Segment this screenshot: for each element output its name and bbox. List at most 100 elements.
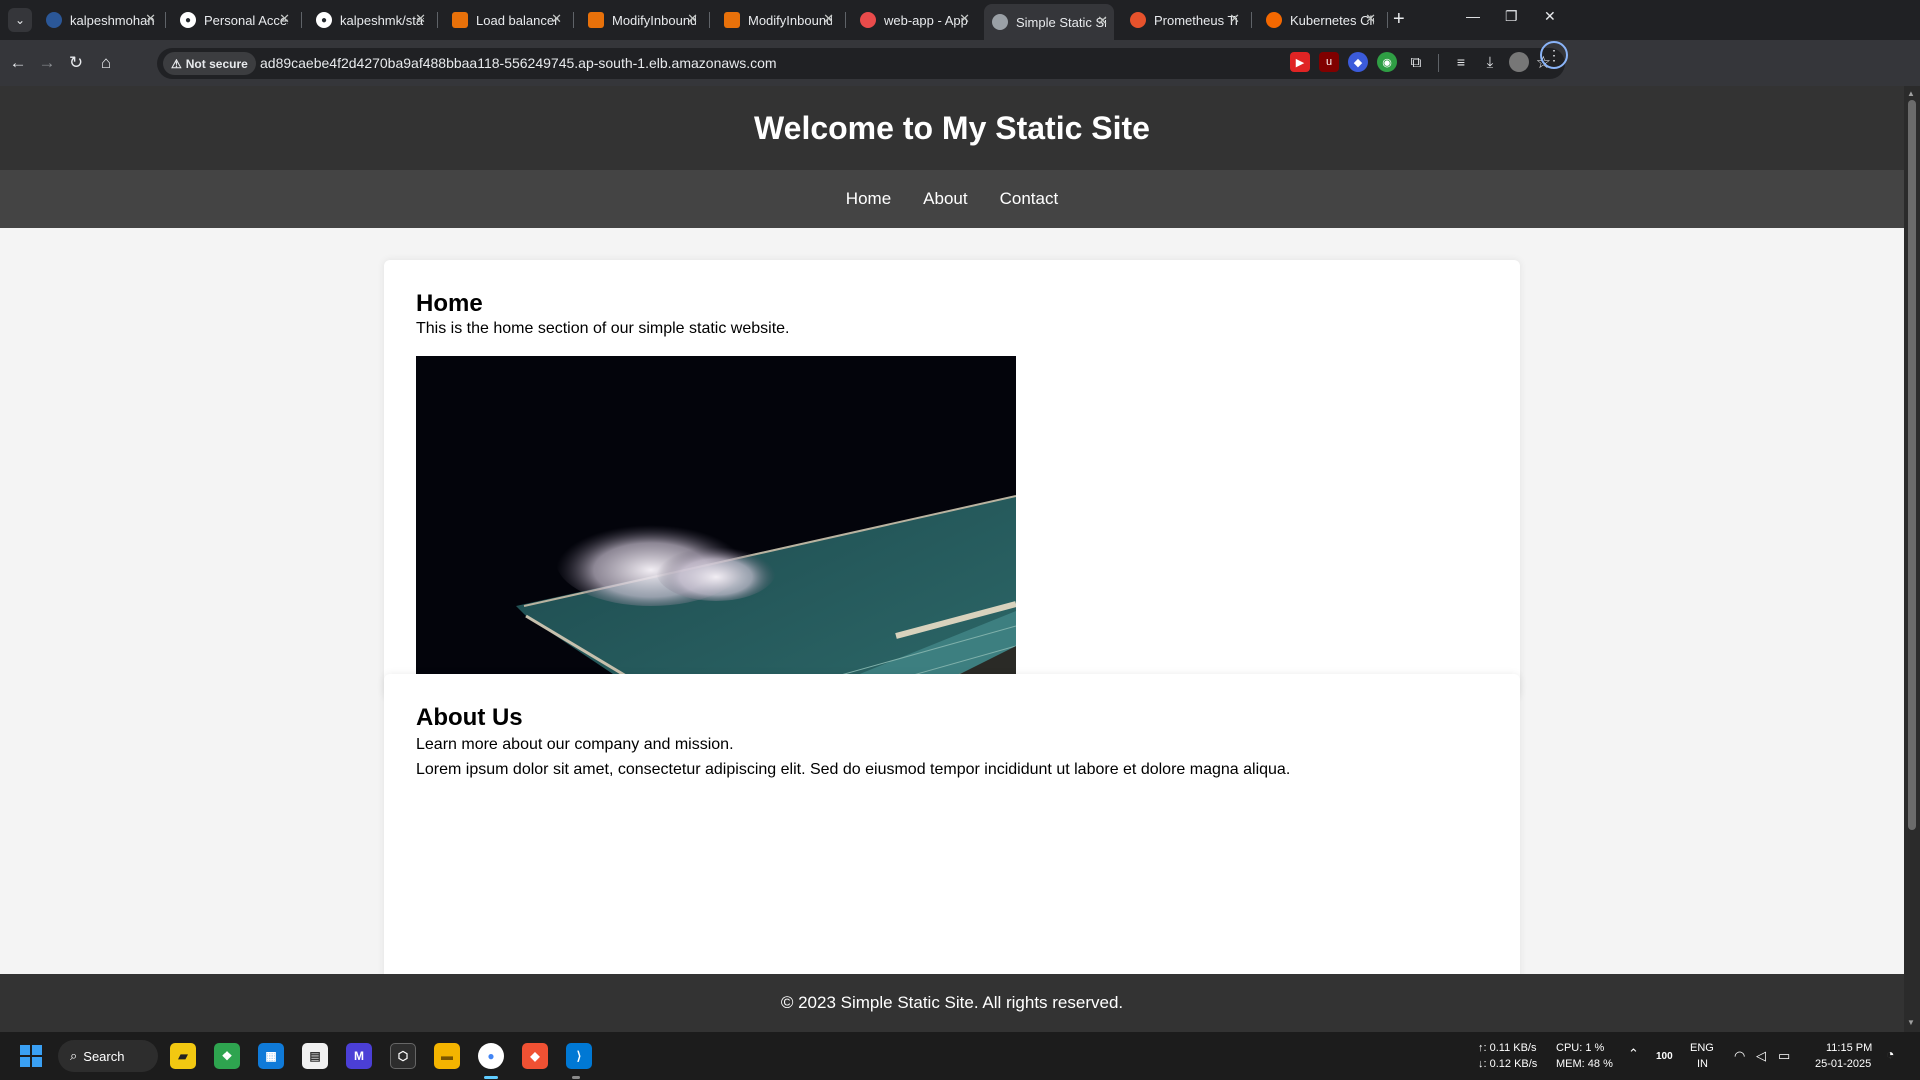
tab-load-balancer[interactable]: Load balancer det ✕ xyxy=(444,6,568,34)
tab-title: ModifyInboundSe xyxy=(612,12,696,28)
close-tab-icon[interactable]: ✕ xyxy=(415,11,426,27)
battery-icon[interactable]: ▭ xyxy=(1778,1048,1790,1063)
nav-link-contact[interactable]: Contact xyxy=(1000,189,1059,209)
tab-modify-inbound-2[interactable]: ModifyInboundSe ✕ xyxy=(716,6,840,34)
tab-title: ModifyInboundSe xyxy=(748,12,832,28)
extension-icon[interactable]: ◆ xyxy=(1348,52,1368,72)
language-indicator[interactable]: ENG xyxy=(1690,1041,1714,1056)
menu-kebab-icon[interactable]: ⋮ xyxy=(1540,41,1568,69)
nav-link-home[interactable]: Home xyxy=(846,189,891,209)
home-section: Home This is the home section of our sim… xyxy=(384,260,1520,756)
close-tab-icon[interactable]: ✕ xyxy=(1229,11,1240,27)
tab-prometheus[interactable]: Prometheus Time ✕ xyxy=(1122,6,1246,34)
tab-title: web-app - Applic xyxy=(884,12,968,28)
search-icon: ⌕ xyxy=(70,1048,78,1063)
widgets-icon[interactable]: ❖ xyxy=(214,1043,240,1069)
file-explorer-icon[interactable]: ▬ xyxy=(434,1043,460,1069)
unity-icon[interactable]: ⬡ xyxy=(390,1043,416,1069)
store-icon[interactable]: ▦ xyxy=(258,1043,284,1069)
cpu-usage: CPU: 1 % xyxy=(1556,1042,1605,1054)
reload-icon[interactable]: ↻ xyxy=(65,52,87,74)
github-icon: ● xyxy=(316,12,332,28)
tab-simple-static-site[interactable]: Simple Static Site ✕ xyxy=(984,4,1114,40)
aws-icon xyxy=(452,12,468,28)
about-lorem-text: Lorem ipsum dolor sit amet, consectetur … xyxy=(416,761,1291,778)
tab-search-button[interactable]: ⌄ xyxy=(8,8,32,32)
back-icon[interactable]: ← xyxy=(7,52,29,74)
aws-icon xyxy=(588,12,604,28)
tab-kalpeshmohanta[interactable]: kalpeshmohanta/ ✕ xyxy=(38,6,162,34)
github-icon: ● xyxy=(180,12,196,28)
nav-link-about[interactable]: About xyxy=(923,189,967,209)
url-text[interactable]: ad89caebe4f2d4270ba9af488bbaa118-5562497… xyxy=(260,55,777,71)
close-tab-icon[interactable]: ✕ xyxy=(959,11,970,27)
tab-separator xyxy=(845,12,846,28)
scrollbar-thumb[interactable] xyxy=(1908,100,1916,830)
clock-date[interactable]: 25-01-2025 xyxy=(1815,1057,1871,1072)
chevron-up-icon[interactable]: ⌃ xyxy=(1628,1046,1639,1061)
taskbar-search[interactable]: ⌕ Search xyxy=(58,1040,158,1072)
tab-kalpeshmk-static[interactable]: ● kalpeshmk/static ✕ xyxy=(308,6,432,34)
home-icon[interactable]: ⌂ xyxy=(95,52,117,74)
region-indicator[interactable]: IN xyxy=(1697,1057,1708,1072)
calendar-app-icon[interactable]: ▤ xyxy=(302,1043,328,1069)
tab-separator xyxy=(1387,12,1388,28)
reading-list-icon[interactable]: ≡ xyxy=(1451,52,1471,72)
about-text: Learn more about our company and mission… xyxy=(416,736,734,753)
ublock-extension-icon[interactable]: u xyxy=(1319,52,1339,72)
tab-separator xyxy=(573,12,574,28)
tab-separator xyxy=(165,12,166,28)
close-tab-icon[interactable]: ✕ xyxy=(1365,11,1376,27)
tab-web-app[interactable]: web-app - Applic ✕ xyxy=(852,6,976,34)
volume-icon[interactable]: ◁ xyxy=(1756,1048,1766,1063)
new-tab-button[interactable]: + xyxy=(1393,8,1405,31)
close-tab-icon[interactable]: ✕ xyxy=(551,11,562,27)
home-heading: Home xyxy=(416,290,483,317)
minimize-icon[interactable]: — xyxy=(1466,8,1480,24)
restore-icon[interactable]: ❐ xyxy=(1505,8,1518,25)
tab-separator xyxy=(301,12,302,28)
youtube-extension-icon[interactable]: ▶ xyxy=(1290,52,1310,72)
close-tab-icon[interactable]: ✕ xyxy=(279,11,290,27)
wifi-icon[interactable]: ◠ xyxy=(1734,1048,1745,1063)
puzzle-extensions-icon[interactable]: ⧉ xyxy=(1406,52,1426,72)
site-nav: Home About Contact xyxy=(0,170,1904,228)
app-icon xyxy=(860,12,876,28)
close-tab-icon[interactable]: ✕ xyxy=(687,11,698,27)
close-tab-icon[interactable]: ✕ xyxy=(823,11,834,27)
net-download-speed: ↓: 0.12 KB/s xyxy=(1478,1058,1538,1070)
site-info-button[interactable]: ⚠ Not secure xyxy=(163,52,256,75)
extension-icon[interactable]: ◉ xyxy=(1377,52,1397,72)
windows-start-icon[interactable] xyxy=(20,1045,42,1067)
tab-kubernetes-cluster[interactable]: Kubernetes Cluste ✕ xyxy=(1258,6,1382,34)
git-icon[interactable]: ◆ xyxy=(522,1043,548,1069)
tab-personal-access-tokens[interactable]: ● Personal Access T ✕ xyxy=(172,6,296,34)
tab-separator xyxy=(1251,12,1252,28)
vscode-icon[interactable]: ⟩ xyxy=(566,1043,592,1069)
close-tab-icon[interactable]: ✕ xyxy=(1097,13,1108,29)
tab-favicon-icon xyxy=(46,12,62,28)
page-scrollbar[interactable]: ▲ ▼ xyxy=(1904,86,1920,1032)
clock-time[interactable]: 11:15 PM xyxy=(1826,1041,1872,1056)
globe-icon xyxy=(992,14,1008,30)
tab-modify-inbound-1[interactable]: ModifyInboundSe ✕ xyxy=(580,6,704,34)
notification-bell-icon[interactable]: ◔ xyxy=(1886,1047,1894,1062)
forward-icon[interactable]: → xyxy=(36,52,58,74)
tab-title: Prometheus Time xyxy=(1154,12,1238,28)
aws-icon xyxy=(724,12,740,28)
chrome-icon[interactable]: ● xyxy=(478,1043,504,1069)
tab-title: kalpeshmohanta/ xyxy=(70,12,154,28)
sticky-notes-icon[interactable]: ▰ xyxy=(170,1043,196,1069)
tab-strip: ⌄ kalpeshmohanta/ ✕ ● Personal Access T … xyxy=(0,0,1920,40)
grafana-icon xyxy=(1266,12,1282,28)
power-automate-icon[interactable]: M xyxy=(346,1043,372,1069)
tab-title: kalpeshmk/static xyxy=(340,12,424,28)
taskbar-search-label: Search xyxy=(83,1048,125,1064)
memory-usage: MEM: 48 % xyxy=(1556,1058,1613,1070)
scroll-down-arrow-icon[interactable]: ▼ xyxy=(1907,1018,1915,1027)
close-window-icon[interactable]: ✕ xyxy=(1544,8,1556,25)
close-tab-icon[interactable]: ✕ xyxy=(145,11,156,27)
profile-avatar[interactable] xyxy=(1509,52,1529,72)
scroll-up-arrow-icon[interactable]: ▲ xyxy=(1907,89,1915,98)
download-icon[interactable]: ⤓ xyxy=(1480,52,1500,72)
